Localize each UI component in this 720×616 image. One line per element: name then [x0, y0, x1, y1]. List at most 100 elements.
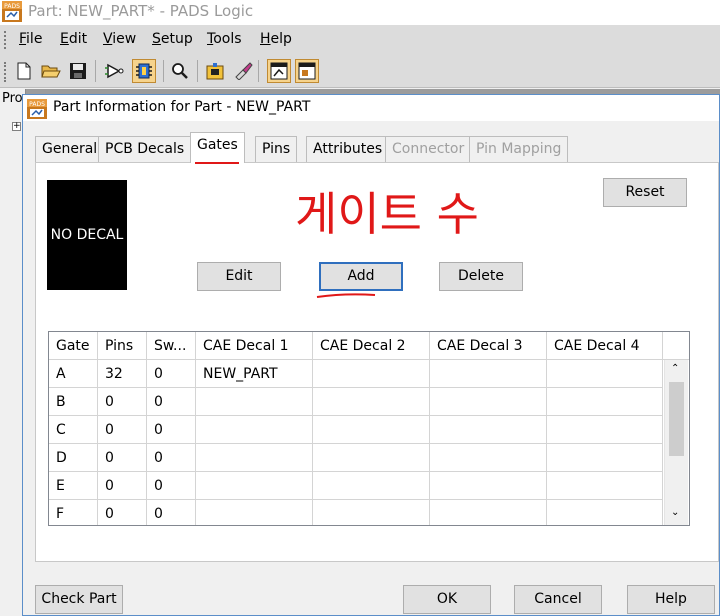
- window-icon-1[interactable]: [267, 59, 291, 83]
- menu-setup-label: etup: [160, 31, 193, 47]
- gate-icon[interactable]: [103, 59, 127, 83]
- pads-dialog-icon: PADS: [27, 99, 47, 119]
- grid-cell[interactable]: [430, 388, 547, 416]
- cancel-button[interactable]: Cancel: [514, 585, 602, 614]
- menu-file-mnemonic: F: [19, 31, 27, 47]
- toolbar-separator: [258, 60, 259, 82]
- grid-column-header[interactable]: Pins: [98, 332, 147, 360]
- tab-pin-mapping: Pin Mapping: [469, 136, 569, 162]
- grid-cell[interactable]: B: [49, 388, 98, 416]
- grid-cell[interactable]: [547, 500, 663, 525]
- menu-setup[interactable]: Setup: [152, 31, 193, 47]
- menu-view-mnemonic: V: [103, 31, 113, 47]
- decal-editor-icon[interactable]: [203, 59, 227, 83]
- delete-button[interactable]: Delete: [439, 262, 523, 291]
- tab-pcb-decals[interactable]: PCB Decals: [98, 136, 192, 162]
- scroll-up-icon[interactable]: ⌃: [671, 364, 679, 374]
- menubar-grip[interactable]: [4, 31, 7, 49]
- main-window-title: Part: NEW_PART* - PADS Logic: [28, 2, 254, 20]
- grid-column-header[interactable]: Gate: [49, 332, 98, 360]
- grid-cell[interactable]: NEW_PART: [196, 360, 313, 388]
- menu-help[interactable]: Help: [260, 31, 292, 47]
- svg-text:PADS: PADS: [4, 3, 20, 10]
- grid-cell[interactable]: E: [49, 472, 98, 500]
- grid-column-header[interactable]: CAE Decal 4: [547, 332, 663, 360]
- grid-cell[interactable]: 0: [98, 444, 147, 472]
- grid-cell[interactable]: D: [49, 444, 98, 472]
- ok-button[interactable]: OK: [403, 585, 491, 614]
- grid-cell[interactable]: [313, 416, 430, 444]
- gates-grid[interactable]: Gate Pins Sw... CAE Decal 1 CAE Decal 2 CAE D…: [48, 331, 690, 526]
- window-icon-2[interactable]: [295, 59, 319, 83]
- grid-cell[interactable]: [196, 444, 313, 472]
- reset-button[interactable]: Reset: [603, 178, 687, 207]
- open-folder-icon[interactable]: [39, 59, 63, 83]
- grid-cell[interactable]: [313, 360, 430, 388]
- menu-edit[interactable]: Edit: [60, 31, 87, 47]
- grid-cell[interactable]: 0: [98, 388, 147, 416]
- zoom-icon[interactable]: [168, 59, 192, 83]
- grid-cell[interactable]: 0: [98, 472, 147, 500]
- grid-cell[interactable]: [196, 472, 313, 500]
- menu-file[interactable]: File: [19, 31, 42, 47]
- grid-cell[interactable]: 0: [98, 500, 147, 525]
- grid-cell[interactable]: C: [49, 416, 98, 444]
- main-window-titlebar[interactable]: PADS Part: NEW_PART* - PADS Logic: [0, 0, 720, 25]
- check-part-button[interactable]: Check Part: [35, 585, 123, 614]
- dialog-titlebar[interactable]: PADS Part Information for Part - NEW_PAR…: [23, 95, 719, 121]
- tab-pins[interactable]: Pins: [255, 136, 298, 162]
- pads-app-icon: PADS: [2, 1, 22, 22]
- grid-cell[interactable]: [313, 444, 430, 472]
- grid-cell[interactable]: [547, 360, 663, 388]
- grid-cell[interactable]: [430, 500, 547, 525]
- save-disk-icon[interactable]: [66, 59, 90, 83]
- tree-expand-icon[interactable]: +: [12, 122, 21, 131]
- grid-cell[interactable]: [430, 472, 547, 500]
- menu-edit-label: dit: [68, 31, 88, 47]
- new-document-icon[interactable]: [12, 59, 36, 83]
- grid-cell[interactable]: 0: [98, 416, 147, 444]
- scroll-down-icon[interactable]: ⌄: [671, 508, 679, 518]
- grid-cell[interactable]: [547, 444, 663, 472]
- grid-cell[interactable]: [430, 444, 547, 472]
- tab-general[interactable]: General: [35, 136, 105, 162]
- grid-cell[interactable]: 0: [147, 500, 196, 525]
- tab-attributes[interactable]: Attributes: [306, 136, 390, 162]
- toolbar: [0, 56, 720, 143]
- add-button[interactable]: Add: [319, 262, 403, 291]
- menu-view[interactable]: View: [103, 31, 136, 47]
- toolbar-separator: [163, 60, 164, 82]
- part-editor-icon[interactable]: [132, 59, 156, 83]
- scrollbar-thumb[interactable]: [669, 382, 684, 456]
- grid-cell[interactable]: 0: [147, 360, 196, 388]
- grid-cell[interactable]: [313, 500, 430, 525]
- grid-cell[interactable]: 0: [147, 444, 196, 472]
- grid-column-header[interactable]: CAE Decal 2: [313, 332, 430, 360]
- grid-cell[interactable]: 32: [98, 360, 147, 388]
- grid-column-header[interactable]: CAE Decal 1: [196, 332, 313, 360]
- grid-cell[interactable]: A: [49, 360, 98, 388]
- grid-cell[interactable]: [547, 416, 663, 444]
- grid-cell[interactable]: 0: [147, 472, 196, 500]
- eraser-brush-icon[interactable]: [231, 59, 255, 83]
- grid-cell[interactable]: [430, 416, 547, 444]
- grid-vertical-scrollbar[interactable]: ⌃ ⌄: [664, 360, 688, 525]
- grid-cell[interactable]: [430, 360, 547, 388]
- grid-column-header[interactable]: CAE Decal 3: [430, 332, 547, 360]
- tab-gates[interactable]: Gates: [190, 132, 245, 163]
- grid-cell[interactable]: [547, 388, 663, 416]
- grid-column-header[interactable]: Sw...: [147, 332, 196, 360]
- grid-cell[interactable]: F: [49, 500, 98, 525]
- help-button[interactable]: Help: [627, 585, 715, 614]
- grid-cell[interactable]: 0: [147, 416, 196, 444]
- grid-cell[interactable]: [313, 388, 430, 416]
- grid-cell[interactable]: [196, 500, 313, 525]
- toolbar-grip[interactable]: [4, 62, 7, 82]
- grid-cell[interactable]: [196, 388, 313, 416]
- grid-cell[interactable]: [547, 472, 663, 500]
- edit-button[interactable]: Edit: [197, 262, 281, 291]
- grid-cell[interactable]: [313, 472, 430, 500]
- menu-tools[interactable]: Tools: [207, 31, 242, 47]
- grid-cell[interactable]: [196, 416, 313, 444]
- grid-cell[interactable]: 0: [147, 388, 196, 416]
